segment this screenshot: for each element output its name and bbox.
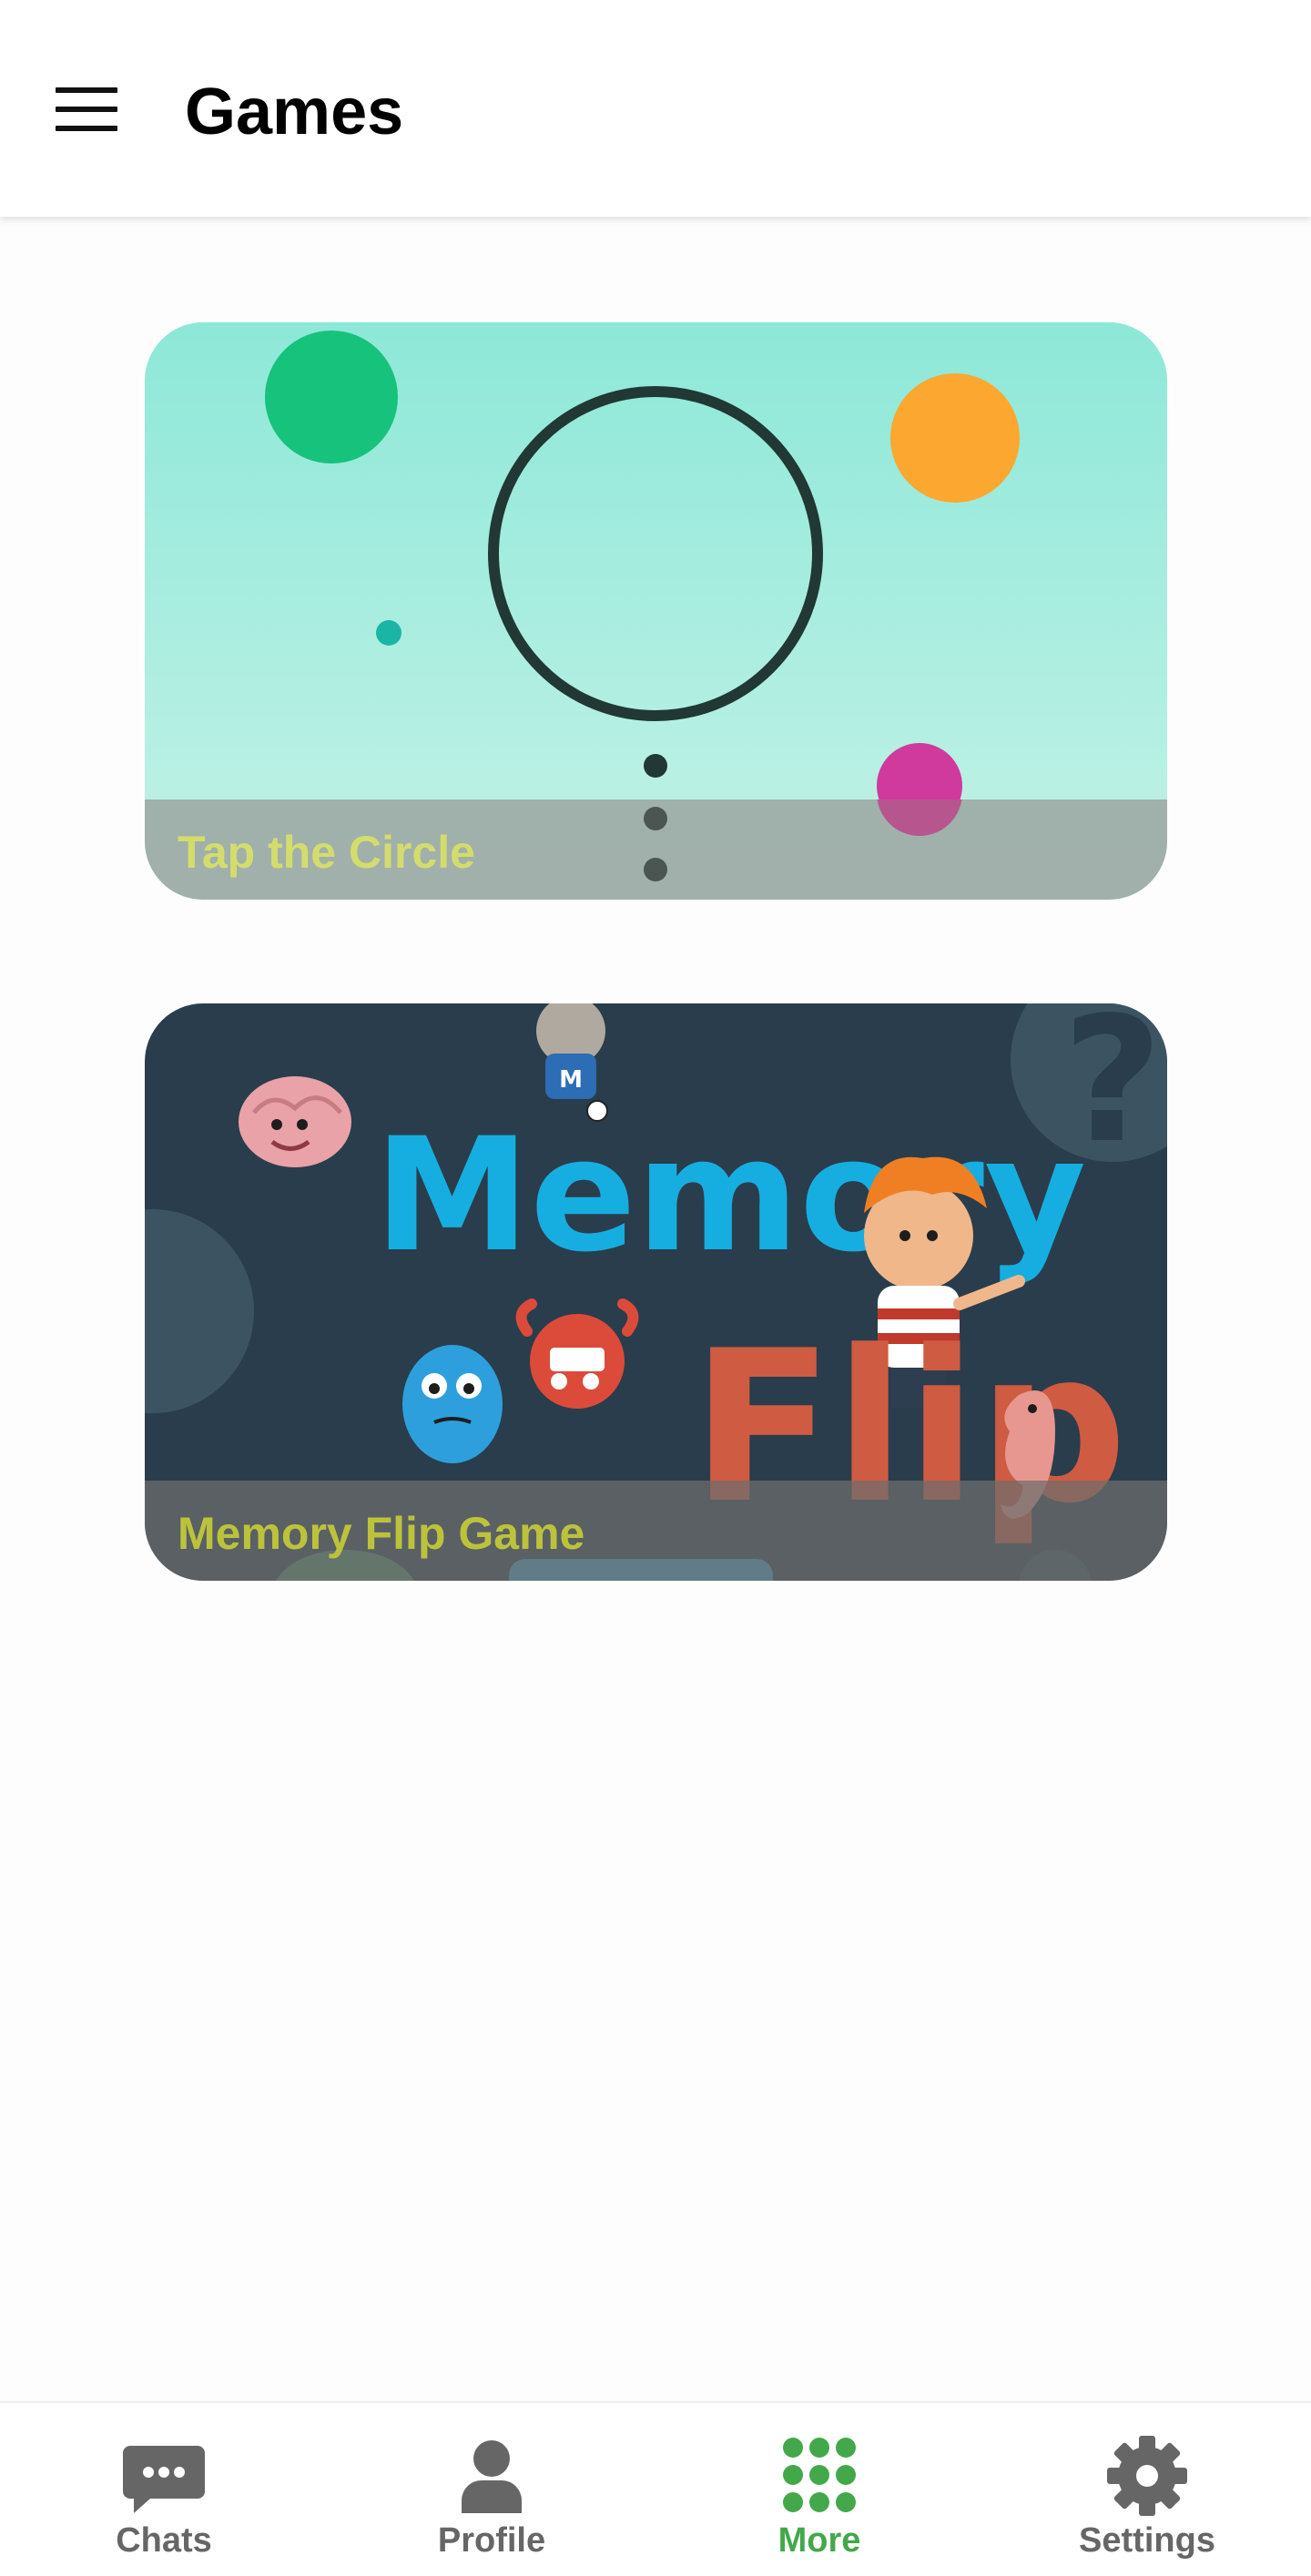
game-title: Memory Flip Game bbox=[178, 1508, 585, 1559]
hamburger-menu-icon bbox=[56, 87, 117, 131]
gear-icon bbox=[1107, 2436, 1187, 2516]
brain-character bbox=[239, 1076, 351, 1167]
caption-bar: Memory Flip Game bbox=[145, 1481, 1167, 1581]
grid-dots-icon bbox=[783, 2438, 856, 2512]
menu-button[interactable] bbox=[36, 64, 137, 155]
nav-item-chats[interactable]: Chats bbox=[0, 2403, 328, 2576]
nav-label: More bbox=[777, 2521, 861, 2560]
nav-item-more[interactable]: More bbox=[656, 2403, 983, 2576]
nav-label: Profile bbox=[437, 2521, 546, 2560]
green-ball bbox=[265, 331, 398, 463]
person-icon bbox=[462, 2440, 522, 2513]
chat-bubble-icon bbox=[123, 2446, 205, 2513]
teal-ball bbox=[376, 620, 401, 646]
svg-text:M: M bbox=[559, 1066, 583, 1094]
nav-label: Chats bbox=[116, 2521, 212, 2560]
bottom-navigation: Chats Profile More Settings bbox=[0, 2401, 1311, 2576]
blue-monster-character bbox=[402, 1345, 503, 1463]
target-ring bbox=[488, 386, 823, 721]
orange-ball bbox=[890, 373, 1020, 503]
game-title: Tap the Circle bbox=[178, 827, 475, 878]
page-title: Games bbox=[185, 76, 404, 148]
game-card-tap-the-circle[interactable]: Tap the Circle bbox=[145, 322, 1167, 900]
dot bbox=[644, 754, 667, 778]
red-monster-character bbox=[515, 1298, 639, 1409]
nav-item-profile[interactable]: Profile bbox=[328, 2403, 656, 2576]
nav-item-settings[interactable]: Settings bbox=[983, 2403, 1311, 2576]
game-card-memory-flip[interactable]: ? M Memory Flip Memory Flip Game bbox=[145, 1003, 1167, 1581]
app-bar: Games bbox=[0, 0, 1311, 217]
deco-circle bbox=[145, 1209, 254, 1413]
nav-label: Settings bbox=[1079, 2521, 1215, 2560]
caption-bar: Tap the Circle bbox=[145, 799, 1167, 900]
